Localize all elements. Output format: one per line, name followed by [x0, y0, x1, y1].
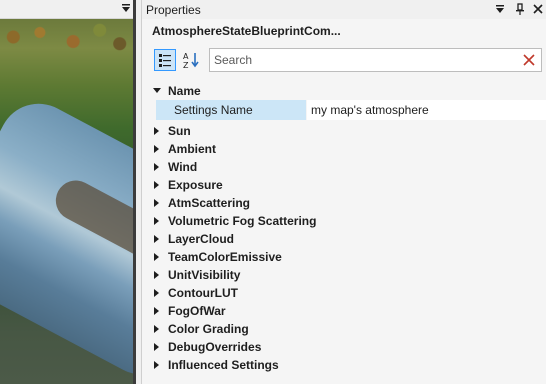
category-label: Wind: [168, 160, 198, 174]
expand-arrow-icon[interactable]: [154, 145, 159, 153]
expand-arrow-icon[interactable]: [154, 343, 159, 351]
panel-splitter[interactable]: [133, 0, 136, 384]
category-row[interactable]: UnitVisibility: [142, 266, 546, 284]
expand-arrow-icon[interactable]: [154, 127, 159, 135]
category-row[interactable]: Volumetric Fog Scattering: [142, 212, 546, 230]
category-label: AtmScattering: [168, 196, 251, 210]
category-label: UnitVisibility: [168, 268, 241, 282]
expand-arrow-icon[interactable]: [154, 181, 159, 189]
category-row[interactable]: DebugOverrides: [142, 338, 546, 356]
expand-arrow-icon[interactable]: [154, 307, 159, 315]
category-label: Color Grading: [168, 322, 249, 336]
properties-titlebar: Properties: [142, 0, 546, 19]
expand-arrow-icon[interactable]: [154, 199, 159, 207]
categorized-icon: [159, 54, 171, 67]
property-name-cell[interactable]: Settings Name: [156, 100, 306, 120]
close-icon[interactable]: [531, 2, 545, 16]
collapse-arrow-icon[interactable]: [153, 88, 161, 93]
clear-search-icon[interactable]: [523, 54, 535, 66]
properties-toolbar: A Z: [142, 44, 546, 76]
search-input[interactable]: [214, 52, 504, 68]
svg-text:A: A: [183, 52, 189, 61]
category-row[interactable]: AtmScattering: [142, 194, 546, 212]
category-label: Sun: [168, 124, 191, 138]
expand-arrow-icon[interactable]: [154, 235, 159, 243]
expand-arrow-icon[interactable]: [154, 253, 159, 261]
category-label: TeamColorEmissive: [168, 250, 282, 264]
object-title: AtmosphereStateBlueprintCom...: [152, 24, 341, 38]
expand-arrow-icon[interactable]: [154, 217, 159, 225]
category-row[interactable]: Ambient: [142, 140, 546, 158]
category-row[interactable]: Color Grading: [142, 320, 546, 338]
terrain-viewport-image[interactable]: [0, 19, 133, 384]
property-value[interactable]: my map's atmosphere: [311, 103, 429, 117]
property-value-cell[interactable]: my map's atmosphere: [307, 100, 546, 120]
trees: [0, 19, 133, 64]
property-name: Settings Name: [174, 103, 253, 117]
expand-arrow-icon[interactable]: [154, 163, 159, 171]
category-label: ContourLUT: [168, 286, 238, 300]
expand-arrow-icon[interactable]: [154, 271, 159, 279]
category-label: Influenced Settings: [168, 358, 279, 372]
viewport-panel[interactable]: [0, 0, 136, 384]
category-label: Exposure: [168, 178, 223, 192]
svg-text:Z: Z: [183, 61, 189, 70]
viewport-header: [0, 0, 136, 19]
expand-arrow-icon[interactable]: [154, 361, 159, 369]
property-grid: Name Settings Name my map's atmosphere S…: [142, 82, 546, 384]
category-row[interactable]: TeamColorEmissive: [142, 248, 546, 266]
category-row-name[interactable]: Name: [142, 82, 546, 100]
panel-title: Properties: [146, 3, 201, 17]
properties-panel: Properties AtmosphereStateBlueprintCom..…: [141, 0, 546, 384]
dropdown-arrow-icon[interactable]: [493, 2, 507, 16]
category-row[interactable]: LayerCloud: [142, 230, 546, 248]
category-row[interactable]: Sun: [142, 122, 546, 140]
category-label: LayerCloud: [168, 232, 235, 246]
dropdown-arrow-icon[interactable]: [120, 2, 132, 14]
expand-arrow-icon[interactable]: [154, 325, 159, 333]
expand-arrow-icon[interactable]: [154, 289, 159, 297]
category-row[interactable]: Influenced Settings: [142, 356, 546, 374]
category-label: DebugOverrides: [168, 340, 262, 354]
pin-icon[interactable]: [513, 2, 527, 16]
category-label: FogOfWar: [168, 304, 226, 318]
category-row[interactable]: Exposure: [142, 176, 546, 194]
category-row[interactable]: Wind: [142, 158, 546, 176]
alphabetical-sort-icon[interactable]: A Z: [180, 49, 202, 71]
category-label: Name: [168, 84, 201, 98]
category-row[interactable]: ContourLUT: [142, 284, 546, 302]
categorized-view-button[interactable]: [154, 49, 176, 71]
property-row-settings-name[interactable]: Settings Name my map's atmosphere: [142, 100, 546, 120]
category-label: Ambient: [168, 142, 216, 156]
category-label: Volumetric Fog Scattering: [168, 214, 317, 228]
category-row[interactable]: FogOfWar: [142, 302, 546, 320]
search-box[interactable]: [209, 48, 542, 72]
